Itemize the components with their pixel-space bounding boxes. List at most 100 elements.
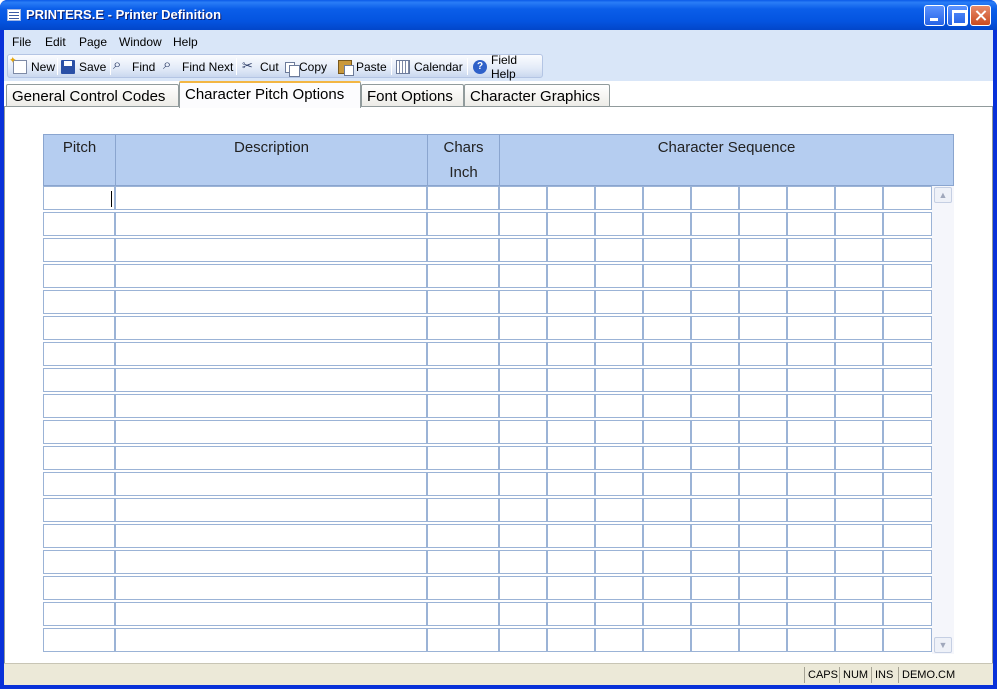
character-sequence-cell[interactable]: [643, 238, 691, 262]
menu-page[interactable]: Page: [79, 35, 107, 49]
character-sequence-cell[interactable]: [739, 238, 787, 262]
description-cell[interactable]: [115, 368, 427, 392]
character-sequence-cell[interactable]: [499, 342, 547, 366]
character-sequence-cell[interactable]: [739, 576, 787, 600]
character-sequence-cell[interactable]: [547, 498, 595, 522]
pitch-cell[interactable]: [43, 472, 115, 496]
pitch-cell[interactable]: [43, 290, 115, 314]
character-sequence-cell[interactable]: [643, 368, 691, 392]
character-sequence-cell[interactable]: [883, 420, 932, 444]
save-button[interactable]: Save: [61, 59, 106, 75]
chars-inch-cell[interactable]: [427, 394, 499, 418]
character-sequence-cell[interactable]: [643, 316, 691, 340]
pitch-cell[interactable]: [43, 420, 115, 444]
character-sequence-cell[interactable]: [547, 576, 595, 600]
chars-inch-cell[interactable]: [427, 238, 499, 262]
character-sequence-cell[interactable]: [643, 628, 691, 652]
character-sequence-cell[interactable]: [499, 446, 547, 470]
character-sequence-cell[interactable]: [643, 394, 691, 418]
character-sequence-cell[interactable]: [499, 628, 547, 652]
character-sequence-cell[interactable]: [643, 472, 691, 496]
character-sequence-cell[interactable]: [835, 628, 883, 652]
character-sequence-cell[interactable]: [883, 212, 932, 236]
character-sequence-cell[interactable]: [499, 524, 547, 548]
character-sequence-cell[interactable]: [595, 446, 643, 470]
chars-inch-cell[interactable]: [427, 368, 499, 392]
description-cell[interactable]: [115, 290, 427, 314]
character-sequence-cell[interactable]: [787, 602, 835, 626]
character-sequence-cell[interactable]: [643, 264, 691, 288]
character-sequence-cell[interactable]: [787, 472, 835, 496]
pitch-cell[interactable]: [43, 316, 115, 340]
character-sequence-cell[interactable]: [499, 550, 547, 574]
character-sequence-cell[interactable]: [739, 524, 787, 548]
character-sequence-cell[interactable]: [883, 186, 932, 210]
chars-inch-cell[interactable]: [427, 472, 499, 496]
character-sequence-cell[interactable]: [787, 368, 835, 392]
character-sequence-cell[interactable]: [643, 290, 691, 314]
character-sequence-cell[interactable]: [595, 394, 643, 418]
description-cell[interactable]: [115, 446, 427, 470]
scroll-up-icon[interactable]: ▲: [934, 187, 952, 203]
tab-general-control-codes[interactable]: General Control Codes: [6, 84, 179, 107]
character-sequence-cell[interactable]: [691, 420, 739, 444]
character-sequence-cell[interactable]: [643, 446, 691, 470]
character-sequence-cell[interactable]: [547, 342, 595, 366]
character-sequence-cell[interactable]: [595, 368, 643, 392]
character-sequence-cell[interactable]: [835, 212, 883, 236]
character-sequence-cell[interactable]: [499, 394, 547, 418]
character-sequence-cell[interactable]: [739, 498, 787, 522]
character-sequence-cell[interactable]: [547, 212, 595, 236]
pitch-cell[interactable]: [43, 342, 115, 366]
character-sequence-cell[interactable]: [787, 264, 835, 288]
character-sequence-cell[interactable]: [547, 264, 595, 288]
character-sequence-cell[interactable]: [547, 238, 595, 262]
character-sequence-cell[interactable]: [835, 602, 883, 626]
new-button[interactable]: New: [9, 55, 55, 75]
character-sequence-cell[interactable]: [787, 446, 835, 470]
character-sequence-cell[interactable]: [883, 394, 932, 418]
chars-inch-cell[interactable]: [427, 602, 499, 626]
character-sequence-cell[interactable]: [499, 316, 547, 340]
menu-window[interactable]: Window: [119, 35, 162, 49]
pitch-cell[interactable]: [43, 498, 115, 522]
character-sequence-cell[interactable]: [883, 524, 932, 548]
character-sequence-cell[interactable]: [499, 186, 547, 210]
character-sequence-cell[interactable]: [835, 394, 883, 418]
chars-inch-cell[interactable]: [427, 446, 499, 470]
character-sequence-cell[interactable]: [691, 524, 739, 548]
character-sequence-cell[interactable]: [835, 316, 883, 340]
pitch-cell[interactable]: [43, 550, 115, 574]
description-cell[interactable]: [115, 420, 427, 444]
description-cell[interactable]: [115, 472, 427, 496]
character-sequence-cell[interactable]: [595, 290, 643, 314]
character-sequence-cell[interactable]: [691, 394, 739, 418]
description-cell[interactable]: [115, 316, 427, 340]
character-sequence-cell[interactable]: [547, 316, 595, 340]
character-sequence-cell[interactable]: [739, 342, 787, 366]
character-sequence-cell[interactable]: [787, 186, 835, 210]
character-sequence-cell[interactable]: [499, 602, 547, 626]
character-sequence-cell[interactable]: [547, 420, 595, 444]
character-sequence-cell[interactable]: [547, 394, 595, 418]
app-icon[interactable]: [7, 9, 21, 21]
description-cell[interactable]: [115, 550, 427, 574]
character-sequence-cell[interactable]: [595, 186, 643, 210]
character-sequence-cell[interactable]: [739, 368, 787, 392]
character-sequence-cell[interactable]: [739, 212, 787, 236]
chars-inch-cell[interactable]: [427, 342, 499, 366]
character-sequence-cell[interactable]: [547, 550, 595, 574]
character-sequence-cell[interactable]: [787, 342, 835, 366]
character-sequence-cell[interactable]: [883, 498, 932, 522]
character-sequence-cell[interactable]: [883, 238, 932, 262]
character-sequence-cell[interactable]: [547, 368, 595, 392]
character-sequence-cell[interactable]: [547, 602, 595, 626]
character-sequence-cell[interactable]: [739, 602, 787, 626]
character-sequence-cell[interactable]: [595, 238, 643, 262]
character-sequence-cell[interactable]: [835, 472, 883, 496]
character-sequence-cell[interactable]: [691, 238, 739, 262]
character-sequence-cell[interactable]: [787, 524, 835, 548]
character-sequence-cell[interactable]: [787, 498, 835, 522]
tab-character-pitch-options[interactable]: Character Pitch Options: [179, 81, 361, 108]
character-sequence-cell[interactable]: [547, 186, 595, 210]
